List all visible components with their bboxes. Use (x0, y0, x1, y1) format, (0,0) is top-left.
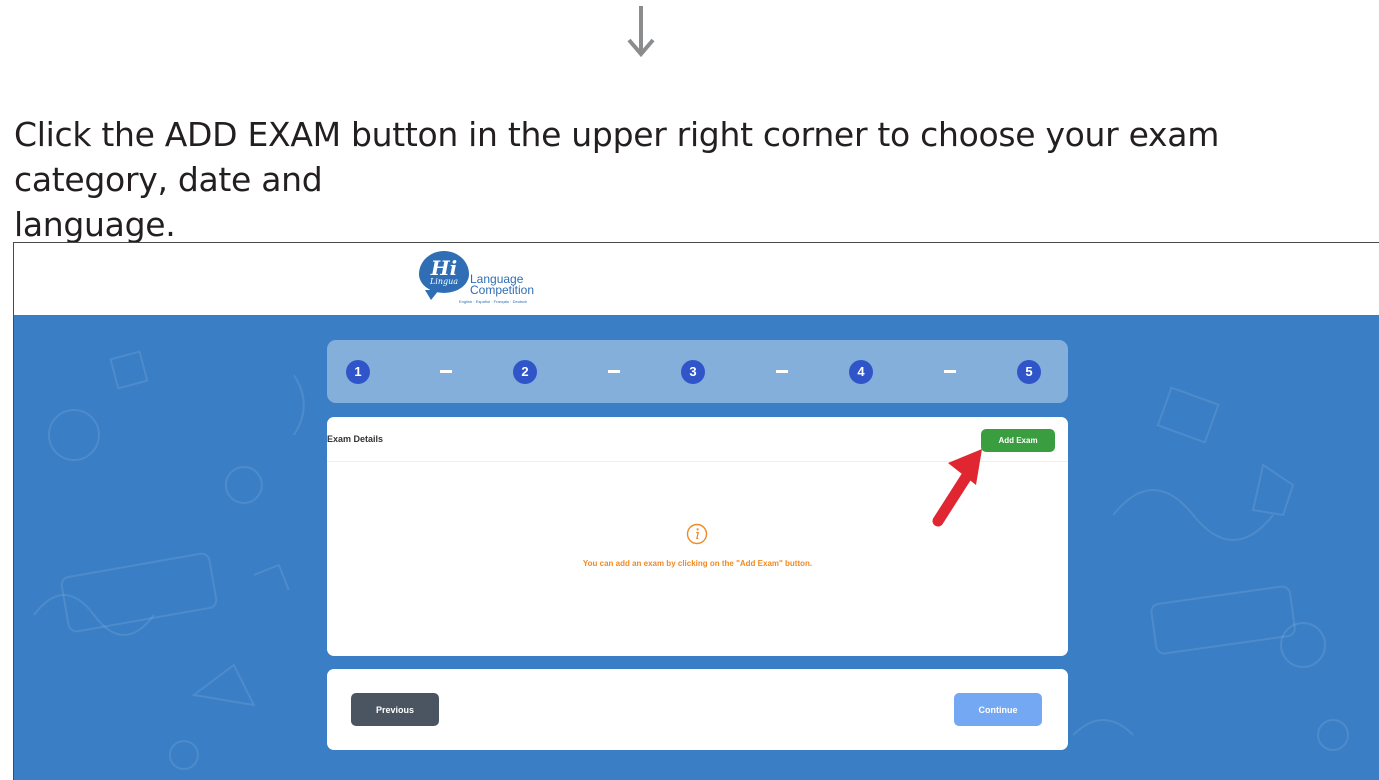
step-2[interactable]: 2 (513, 360, 537, 384)
previous-button[interactable]: Previous (351, 693, 439, 726)
down-arrow-icon (627, 6, 655, 58)
instruction-line-2: language. (14, 205, 176, 244)
exam-details-title: Exam Details (327, 434, 384, 444)
step-3[interactable]: 3 (681, 360, 705, 384)
hilingua-logo[interactable]: Hi Lingua Language Competition English ·… (419, 251, 549, 309)
logo-lingua: Lingua (429, 276, 459, 286)
instruction-text: Click the ADD EXAM button in the upper r… (14, 112, 1364, 247)
info-icon (686, 523, 708, 545)
logo-bubble-icon: Hi Lingua (419, 251, 469, 300)
step-separator (440, 370, 452, 373)
logo-text-line-2: Competition (470, 283, 535, 297)
steps-progress-bar: 1 2 3 4 5 (327, 340, 1068, 403)
logo-subtitle: English · Español · Français · Deutsch (459, 299, 528, 304)
step-4[interactable]: 4 (849, 360, 873, 384)
site-header: Hi Lingua Language Competition English ·… (14, 243, 1379, 315)
add-exam-button[interactable]: Add Exam (981, 429, 1055, 452)
empty-exam-message: You can add an exam by clicking on the "… (582, 559, 813, 568)
instruction-line-1: Click the ADD EXAM button in the upper r… (14, 115, 1220, 199)
step-1[interactable]: 1 (346, 360, 370, 384)
continue-button[interactable]: Continue (954, 693, 1042, 726)
red-pointer-arrow-icon (932, 449, 982, 527)
step-separator (944, 370, 956, 373)
logo-hi: Hi (430, 255, 458, 280)
logo-text: Language Competition (470, 273, 535, 297)
navigation-card: Previous Continue (327, 669, 1068, 750)
app-screenshot: Hi Lingua Language Competition English ·… (13, 242, 1379, 780)
step-separator (776, 370, 788, 373)
step-5[interactable]: 5 (1017, 360, 1041, 384)
step-separator (608, 370, 620, 373)
